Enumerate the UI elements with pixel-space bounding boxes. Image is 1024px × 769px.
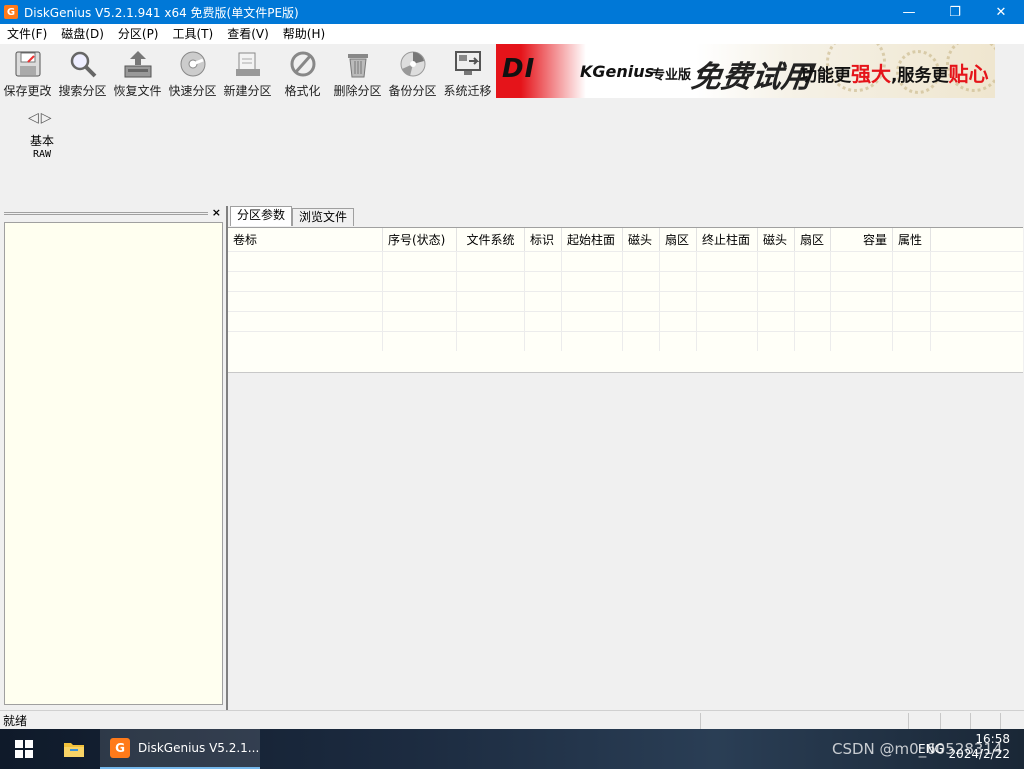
panel-header: ×	[0, 206, 226, 220]
col-id[interactable]: 标识	[525, 228, 562, 251]
system-migration-icon	[452, 48, 484, 80]
taskbar-diskgenius[interactable]: G DiskGenius V5.2.1...	[100, 729, 260, 769]
tab-partition-params[interactable]: 分区参数	[230, 206, 293, 226]
new-partition-button[interactable]: 新建分区	[220, 44, 275, 100]
clock-date: 2024/2/22	[948, 747, 1010, 761]
start-button[interactable]	[0, 729, 48, 769]
table-row[interactable]	[228, 331, 1023, 351]
system-clock[interactable]: 16:58 2024/2/22	[948, 732, 1010, 762]
input-language[interactable]: ENG	[918, 742, 944, 756]
status-text: 就绪	[3, 714, 28, 728]
tab-browse-files[interactable]: 浏览文件	[292, 208, 355, 226]
partition-table: 卷标 序号(状态) 文件系统 标识 起始柱面 磁头 扇区 终止柱面 磁头 扇区 …	[228, 227, 1023, 373]
quick-partition-button[interactable]: 快速分区	[165, 44, 220, 100]
menu-partition[interactable]: 分区(P)	[111, 24, 166, 44]
banner-logo: DI	[502, 54, 536, 84]
promo-banner[interactable]: DI KGenius 专业版 免费试用 功能更强大,服务更贴心	[496, 44, 995, 98]
format-icon	[287, 48, 319, 80]
title-bar: G DiskGenius V5.2.1.941 x64 免费版(单文件PE版) …	[0, 0, 1024, 24]
maximize-button[interactable]: ❐	[932, 0, 978, 24]
diskgenius-app-icon[interactable]: G	[4, 5, 18, 19]
banner-free-trial: 免费试用	[689, 60, 814, 95]
banner-logo-text: KGenius	[580, 62, 655, 81]
col-start-head[interactable]: 磁头	[623, 228, 660, 251]
status-bar: 就绪	[0, 710, 1024, 730]
backup-partition-button[interactable]: 备份分区	[385, 44, 440, 100]
banner-slogan: 功能更强大,服务更贴心	[800, 62, 989, 86]
disk-filesystem: RAW	[32, 149, 52, 160]
col-capacity[interactable]: 容量	[831, 228, 893, 251]
delete-partition-button[interactable]: 删除分区	[330, 44, 385, 100]
col-start-cylinder[interactable]: 起始柱面	[562, 228, 623, 251]
backup-partition-icon	[397, 48, 429, 80]
col-end-sector[interactable]: 扇区	[795, 228, 831, 251]
format-button[interactable]: 格式化	[275, 44, 330, 100]
panel-close-icon[interactable]: ×	[212, 206, 221, 219]
menu-file[interactable]: 文件(F)	[0, 24, 54, 44]
save-changes-button[interactable]: 保存更改	[0, 44, 55, 100]
close-button[interactable]: ✕	[978, 0, 1024, 24]
new-partition-icon	[232, 48, 264, 80]
col-end-cylinder[interactable]: 终止柱面	[697, 228, 758, 251]
disk-info-label[interactable]: 基本 RAW	[30, 135, 54, 161]
col-end-head[interactable]: 磁头	[758, 228, 795, 251]
disk-map-area: ◁ ▷ 基本 RAW	[0, 100, 1024, 204]
banner-edition: 专业版	[652, 68, 692, 83]
table-row[interactable]	[228, 251, 1023, 271]
file-explorer-button[interactable]	[48, 729, 100, 769]
partition-panel: 分区参数 浏览文件 卷标 序号(状态) 文件系统 标识 起始柱面 磁头 扇区 终…	[228, 206, 1024, 710]
quick-partition-icon	[177, 48, 209, 80]
table-header: 卷标 序号(状态) 文件系统 标识 起始柱面 磁头 扇区 终止柱面 磁头 扇区 …	[228, 228, 1023, 251]
disk-next-arrow-icon[interactable]: ▷	[41, 110, 52, 126]
taskbar-task-label: DiskGenius V5.2.1...	[138, 741, 260, 755]
table-row[interactable]	[228, 271, 1023, 291]
delete-partition-icon	[342, 48, 374, 80]
system-migration-button[interactable]: 系统迁移	[440, 44, 495, 100]
col-volume-label[interactable]: 卷标	[228, 228, 383, 251]
recover-files-button[interactable]: 恢复文件	[110, 44, 165, 100]
col-index-status[interactable]: 序号(状态)	[383, 228, 457, 251]
folder-icon	[64, 743, 84, 757]
search-partition-button[interactable]: 搜索分区	[55, 44, 110, 100]
windows-logo-icon	[15, 740, 33, 758]
col-filesystem[interactable]: 文件系统	[457, 228, 525, 251]
table-row[interactable]	[228, 291, 1023, 311]
disk-type: 基本	[30, 134, 55, 148]
recover-files-icon	[122, 48, 154, 80]
menu-view[interactable]: 查看(V)	[220, 24, 276, 44]
disk-tree-panel: ×	[0, 206, 226, 710]
col-attributes[interactable]: 属性	[893, 228, 931, 251]
tab-strip: 分区参数 浏览文件	[230, 206, 355, 226]
menu-tools[interactable]: 工具(T)	[166, 24, 221, 44]
disk-prev-arrow-icon[interactable]: ◁	[28, 110, 39, 126]
diskgenius-task-icon: G	[110, 738, 130, 758]
disk-tree[interactable]	[4, 222, 223, 705]
clock-time: 16:58	[975, 732, 1010, 746]
menu-bar: 文件(F) 磁盘(D) 分区(P) 工具(T) 查看(V) 帮助(H)	[0, 24, 1024, 44]
col-start-sector[interactable]: 扇区	[660, 228, 697, 251]
disk-nav: ◁ ▷	[28, 110, 52, 126]
panel-grip[interactable]	[4, 212, 208, 215]
menu-help[interactable]: 帮助(H)	[276, 24, 332, 44]
save-icon	[12, 48, 44, 80]
window-title: DiskGenius V5.2.1.941 x64 免费版(单文件PE版)	[24, 5, 299, 20]
minimize-button[interactable]: —	[886, 0, 932, 24]
search-partition-icon	[67, 48, 99, 80]
menu-disk[interactable]: 磁盘(D)	[54, 24, 111, 44]
table-row[interactable]	[228, 311, 1023, 331]
